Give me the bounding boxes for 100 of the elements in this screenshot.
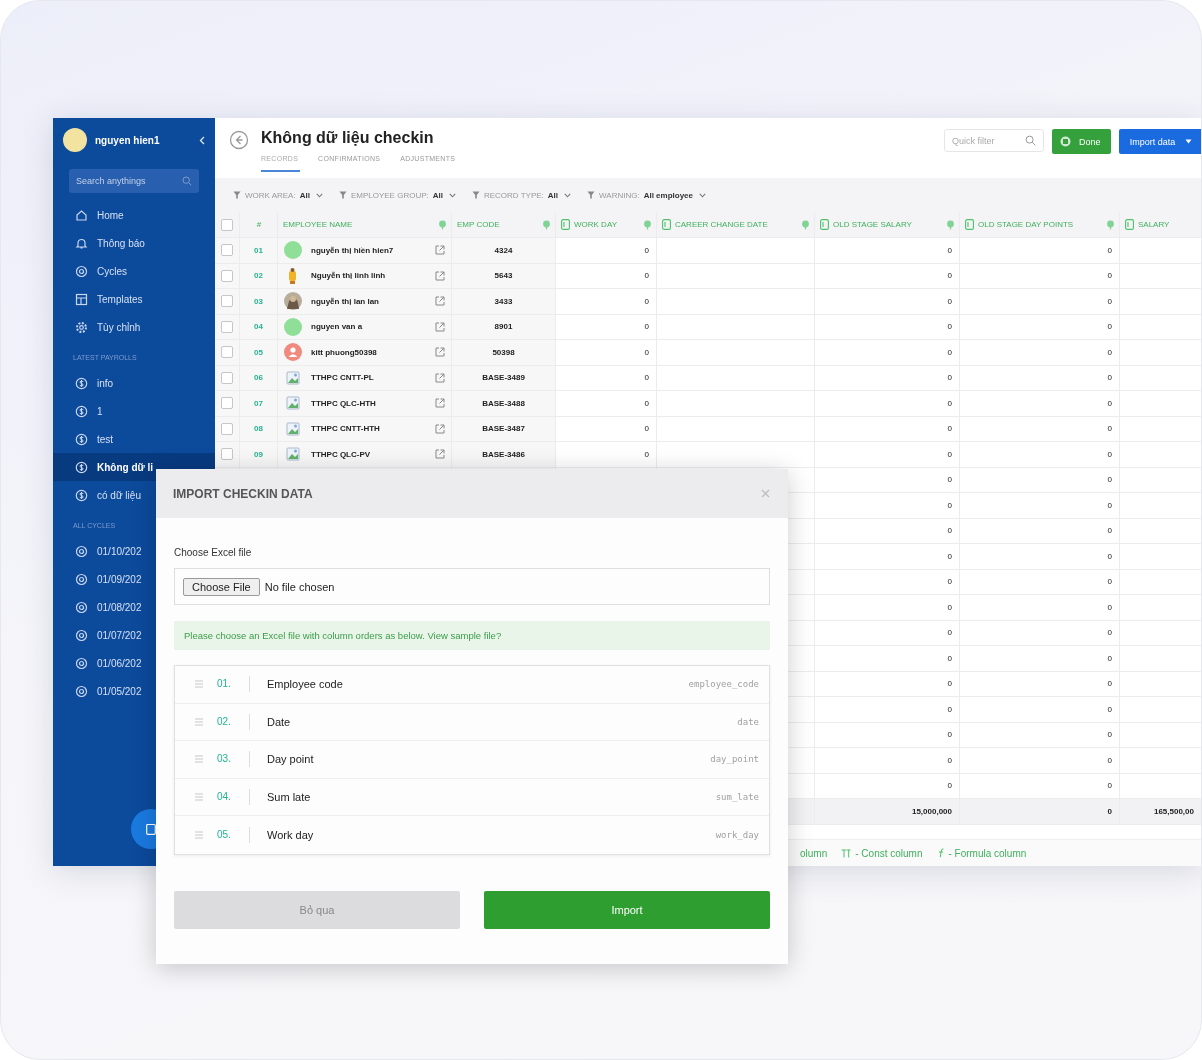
sidebar-item[interactable]: Home	[53, 201, 215, 229]
table-cell: 0	[960, 416, 1120, 442]
import-button[interactable]: Import	[484, 890, 770, 929]
table-cell: 08	[240, 416, 278, 442]
file-input[interactable]: Choose File No file chosen	[174, 568, 770, 605]
checkbox[interactable]	[221, 397, 233, 410]
cycle-icon	[75, 684, 88, 698]
sidebar-item[interactable]: 1	[53, 397, 215, 425]
employee-name: TTHPC CNTT-PL	[311, 373, 374, 383]
table-cell: 01	[240, 238, 278, 264]
broken-image-icon	[284, 368, 302, 387]
table-cell: 0	[815, 671, 960, 697]
checkbox[interactable]	[221, 422, 233, 435]
sidebar-item[interactable]: Thông báo	[53, 229, 215, 257]
table-cell: 0	[815, 314, 960, 340]
sidebar-item[interactable]: 01/05/202	[53, 677, 215, 705]
drag-handle-icon	[195, 717, 203, 726]
external-link-icon	[435, 423, 445, 434]
user-name: nguyen hien1	[95, 134, 161, 146]
table-cell: 0	[960, 518, 1120, 544]
table-cell: 0	[815, 391, 960, 417]
hint-text: Please choose an Excel file with column orders as below. View sample file?	[184, 630, 502, 641]
table-cell: 3433	[452, 289, 556, 315]
table-cell: 0	[815, 620, 960, 646]
table-cell: 0	[556, 391, 657, 417]
legend-label: - Const column	[855, 847, 923, 859]
table-cell: 0	[815, 569, 960, 595]
file-status: No file chosen	[264, 580, 335, 593]
checkbox[interactable]	[221, 218, 233, 231]
checkbox[interactable]	[221, 295, 233, 308]
table-cell: 0	[556, 314, 657, 340]
table-cell: 0	[960, 671, 1120, 697]
column-name: Work day	[267, 828, 315, 841]
checkbox[interactable]	[221, 371, 233, 384]
column-key: employee_code	[688, 679, 759, 690]
page-title: Không dữ liệu checkin	[261, 129, 435, 148]
cycle-icon	[75, 572, 88, 586]
table-cell: 0	[815, 518, 960, 544]
filter-dropdown[interactable]: EMPLOYEE GROUP: All	[338, 190, 456, 200]
input-column-icon	[662, 219, 671, 230]
dollar-icon	[75, 404, 88, 418]
table-cell: 0	[960, 493, 1120, 519]
input-column-icon	[1125, 219, 1134, 230]
collapse-icon	[199, 135, 205, 145]
checkbox[interactable]	[221, 244, 233, 257]
choose-file-button[interactable]: Choose File	[183, 577, 260, 596]
sidebar-item[interactable]: info	[53, 369, 215, 397]
table-cell: 0	[960, 263, 1120, 289]
cycle-icon	[75, 264, 88, 278]
table-cell: 5643	[452, 263, 556, 289]
cycle-icon	[75, 600, 88, 614]
search-icon	[182, 176, 192, 186]
sidebar-item[interactable]: Cycles	[53, 257, 215, 285]
filter-dropdown[interactable]: WARNING: All employee	[587, 190, 706, 200]
checkbox[interactable]	[221, 346, 233, 359]
drag-handle-icon	[195, 792, 203, 801]
table-cell: BASE-3489	[452, 365, 556, 391]
chevron-down-icon	[699, 192, 706, 198]
table-cell: 0	[815, 289, 960, 315]
sidebar-item[interactable]: Templates	[53, 285, 215, 313]
avatar	[63, 128, 87, 152]
cycle-icon	[75, 656, 88, 670]
employee-name: TTHPC QLC-HTH	[311, 398, 376, 408]
column-key: date	[737, 716, 759, 727]
dialog-title: IMPORT CHECKIN DATA	[173, 486, 313, 501]
cycle-icon	[75, 544, 88, 558]
table-cell: 02	[240, 263, 278, 289]
column-index: 03.	[217, 751, 250, 768]
sidebar-item[interactable]: 01/06/202	[53, 649, 215, 677]
table-cell: 50398	[452, 340, 556, 366]
table-cell: 0	[556, 263, 657, 289]
table-cell: 0	[960, 365, 1120, 391]
employee-name: kitt phuong50398	[311, 347, 377, 357]
sidebar-item[interactable]: Tùy chỉnh	[53, 313, 215, 341]
table-cell: 0	[960, 289, 1120, 315]
column-key: work_day	[715, 829, 759, 840]
search-field[interactable]: Search anythings	[69, 169, 199, 193]
checkbox[interactable]	[221, 269, 233, 282]
external-link-icon	[435, 398, 445, 409]
filter-dropdown[interactable]: RECORD TYPE: All	[471, 190, 572, 200]
table-cell: 0	[960, 467, 1120, 493]
table-cell: 0	[556, 238, 657, 264]
drag-handle-icon	[195, 680, 203, 689]
checkbox[interactable]	[221, 320, 233, 333]
column-name: Employee code	[267, 678, 344, 691]
table-cell: 0	[556, 365, 657, 391]
checkbox[interactable]	[221, 448, 233, 461]
column-index: 04.	[217, 788, 250, 805]
chevron-down-icon	[315, 192, 323, 198]
table-cell: 0	[815, 544, 960, 570]
import-data-button[interactable]: Import data	[1119, 129, 1201, 154]
table-cell: 0	[815, 646, 960, 672]
table-cell: 0	[815, 748, 960, 774]
table-cell: 0	[960, 748, 1120, 774]
input-column-icon	[965, 219, 974, 230]
broken-image-icon	[284, 445, 302, 464]
table-cell: 07	[240, 391, 278, 417]
sidebar-item[interactable]: test	[53, 425, 215, 453]
employee-name: Nguyễn thị linh linh	[311, 271, 386, 281]
filter-dropdown[interactable]: WORK AREA: All	[233, 190, 323, 200]
